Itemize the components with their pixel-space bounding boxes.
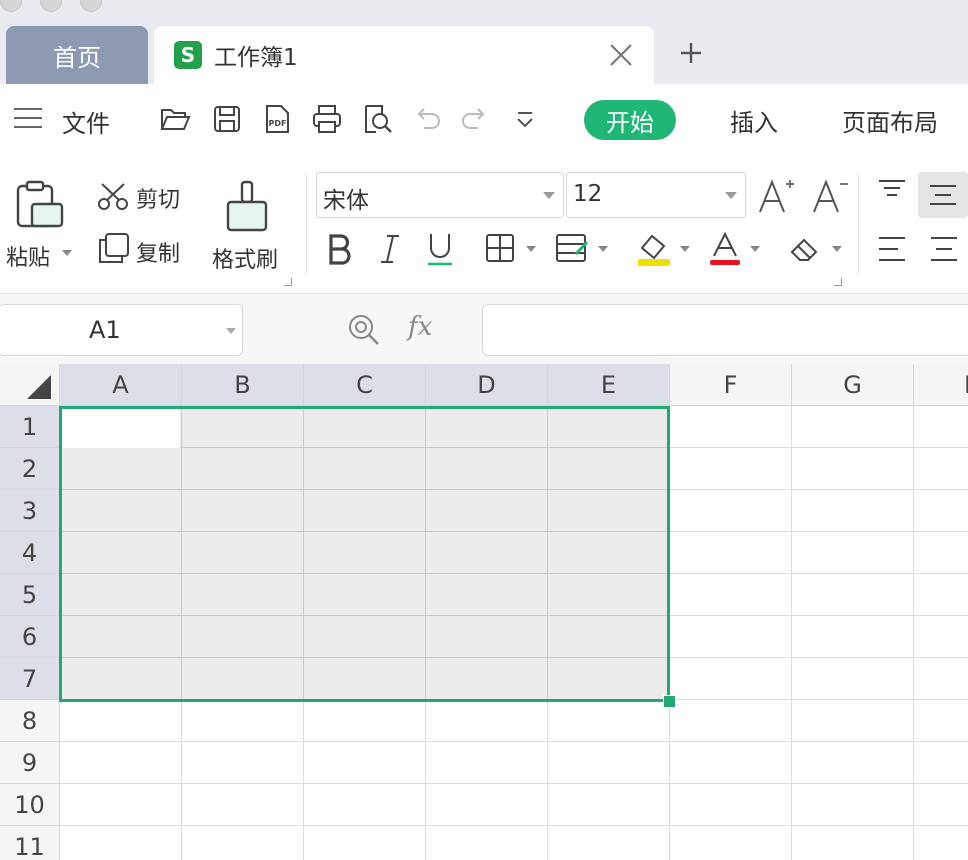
row-header-11[interactable]: 11 <box>0 826 60 860</box>
tab-start-label: 开始 <box>606 108 654 137</box>
minimize-window-button[interactable] <box>40 0 62 12</box>
merge-cells-icon[interactable] <box>554 232 590 264</box>
tab-page-layout[interactable]: 页面布局 <box>842 100 938 140</box>
row-header-2[interactable]: 2 <box>0 448 60 490</box>
close-tab-icon[interactable] <box>608 42 634 68</box>
borders-dropdown-icon[interactable] <box>526 246 536 252</box>
name-box-value: A1 <box>89 316 121 344</box>
export-pdf-icon[interactable]: PDF <box>260 102 294 136</box>
align-top-icon[interactable] <box>876 178 908 202</box>
paste-dropdown-icon[interactable] <box>62 250 72 256</box>
column-header-e[interactable]: E <box>548 364 670 406</box>
new-tab-icon[interactable] <box>676 38 706 68</box>
select-all-button[interactable] <box>0 364 60 406</box>
column-header-b[interactable]: B <box>182 364 304 406</box>
ribbon-toolbar: 粘贴 剪切 复制 格式刷 宋体 12 <box>0 156 968 294</box>
font-size-dropdown-icon <box>725 192 737 199</box>
row-header-3[interactable]: 3 <box>0 490 60 532</box>
copy-icon[interactable] <box>98 232 130 264</box>
font-size-value: 12 <box>573 181 603 207</box>
align-center-icon[interactable] <box>928 234 960 264</box>
selected-range-fill <box>60 406 669 700</box>
font-name-value: 宋体 <box>323 188 369 214</box>
zoom-window-button[interactable] <box>80 0 102 12</box>
formula-bar: A1 fx <box>0 294 968 364</box>
undo-icon[interactable] <box>410 102 444 136</box>
column-header-c[interactable]: C <box>304 364 426 406</box>
tab-workbook[interactable]: S 工作簿1 <box>154 26 654 84</box>
menu-file[interactable]: 文件 <box>62 104 110 139</box>
tab-insert-label: 插入 <box>730 108 778 137</box>
align-middle-icon <box>930 185 956 205</box>
cut-button[interactable]: 剪切 <box>136 182 180 214</box>
row-header-4[interactable]: 4 <box>0 532 60 574</box>
paste-button[interactable]: 粘贴 <box>6 240 50 272</box>
fill-color-dropdown-icon[interactable] <box>680 246 690 252</box>
menu-icon[interactable] <box>14 108 42 130</box>
spreadsheet-grid: A B C D E F G H 1 2 3 4 5 6 7 8 9 10 11 <box>0 364 968 860</box>
column-header-a[interactable]: A <box>60 364 182 406</box>
merge-dropdown-icon[interactable] <box>598 246 608 252</box>
format-painter-button[interactable]: 格式刷 <box>212 242 278 274</box>
title-bar: 首页 S 工作簿1 <box>0 0 968 84</box>
increase-font-size-icon[interactable] <box>756 176 796 216</box>
font-name-dropdown-icon <box>543 192 555 199</box>
row-header-9[interactable]: 9 <box>0 742 60 784</box>
close-window-button[interactable] <box>0 0 22 12</box>
format-painter-icon[interactable] <box>224 178 272 234</box>
spreadsheet-logo-icon: S <box>174 41 202 69</box>
open-folder-icon[interactable] <box>158 102 192 136</box>
clipboard-group-expand-icon[interactable] <box>284 278 292 286</box>
font-color-icon[interactable] <box>708 230 742 268</box>
zoom-search-icon[interactable] <box>346 312 382 348</box>
align-left-icon[interactable] <box>876 234 908 264</box>
column-header-h[interactable]: H <box>914 364 968 406</box>
name-box[interactable]: A1 <box>0 304 243 356</box>
formula-input[interactable] <box>482 304 968 356</box>
fill-handle[interactable] <box>663 695 676 708</box>
font-group-expand-icon[interactable] <box>834 278 842 286</box>
row-header-1[interactable]: 1 <box>0 406 60 448</box>
select-all-triangle-icon <box>27 375 51 399</box>
print-icon[interactable] <box>310 102 344 136</box>
borders-icon[interactable] <box>484 232 516 264</box>
row-header-10[interactable]: 10 <box>0 784 60 826</box>
clear-dropdown-icon[interactable] <box>832 246 842 252</box>
row-header-7[interactable]: 7 <box>0 658 60 700</box>
column-header-f[interactable]: F <box>670 364 792 406</box>
column-header-g[interactable]: G <box>792 364 914 406</box>
tab-home[interactable]: 首页 <box>6 26 148 84</box>
row-header-8[interactable]: 8 <box>0 700 60 742</box>
row-header-5[interactable]: 5 <box>0 574 60 616</box>
decrease-font-size-icon[interactable] <box>810 176 850 216</box>
underline-icon[interactable] <box>424 230 456 268</box>
insert-function-button[interactable]: fx <box>408 312 432 342</box>
customize-toolbar-chevron-icon[interactable] <box>508 102 542 136</box>
tab-start[interactable]: 开始 <box>584 100 676 140</box>
print-preview-icon[interactable] <box>360 102 394 136</box>
tab-workbook-label: 工作簿1 <box>214 45 298 71</box>
paste-icon[interactable] <box>14 180 66 232</box>
italic-icon[interactable] <box>376 232 404 266</box>
menu-bar: 文件 PDF 开始 插入 页面布局 <box>0 84 968 156</box>
redo-icon[interactable] <box>458 102 492 136</box>
copy-button[interactable]: 复制 <box>136 236 180 268</box>
save-icon[interactable] <box>210 102 244 136</box>
font-name-select[interactable]: 宋体 <box>316 172 564 218</box>
tab-insert[interactable]: 插入 <box>730 100 778 140</box>
active-cell-a1[interactable] <box>62 409 180 448</box>
column-header-d[interactable]: D <box>426 364 548 406</box>
name-box-dropdown-icon <box>226 328 236 334</box>
bold-icon[interactable] <box>326 232 354 266</box>
svg-text:PDF: PDF <box>269 119 287 128</box>
cut-icon[interactable] <box>96 182 130 212</box>
fill-color-icon[interactable] <box>636 230 672 268</box>
tab-page-layout-label: 页面布局 <box>842 108 938 137</box>
tab-home-label: 首页 <box>53 43 101 72</box>
row-header-6[interactable]: 6 <box>0 616 60 658</box>
font-color-dropdown-icon[interactable] <box>750 246 760 252</box>
clear-format-icon[interactable] <box>788 234 824 264</box>
font-size-select[interactable]: 12 <box>566 172 746 218</box>
align-middle-button[interactable] <box>918 172 968 218</box>
